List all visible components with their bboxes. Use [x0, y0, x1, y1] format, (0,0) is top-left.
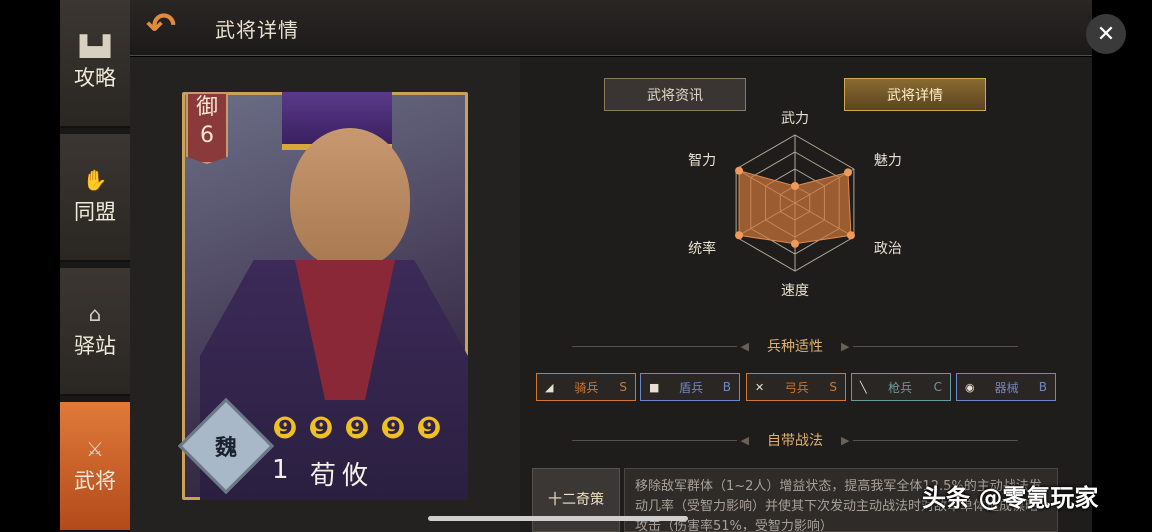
troop-section-header: ◀ 兵种适性 ▶	[572, 336, 1018, 356]
home-indicator[interactable]	[428, 516, 688, 521]
troop-name: 骑兵	[574, 380, 599, 395]
sidebar-item-guide[interactable]: ▙▟ 攻略	[60, 0, 130, 128]
star-rating: ❾ ❾ ❾ ❾ ❾	[270, 412, 444, 446]
troop-icon: ╲	[860, 380, 867, 394]
hero-portrait	[290, 128, 410, 268]
troop-icon: ◉	[965, 380, 975, 394]
hero-level: 1	[272, 455, 289, 485]
radar-label: 魅力	[874, 153, 902, 169]
troop-icon: ■	[649, 380, 660, 394]
radar-point	[844, 168, 853, 177]
troop-icon: ◢	[545, 380, 554, 394]
sidebar-item-label: 驿站	[74, 334, 116, 358]
troop-name: 盾兵	[679, 380, 704, 395]
radar-label: 统率	[688, 240, 716, 257]
troop-grade: B	[722, 380, 731, 394]
radar-point	[791, 182, 799, 190]
general-icon: ⚔	[86, 437, 104, 461]
radar-point	[846, 231, 855, 240]
troop-icon: ✕	[755, 380, 765, 394]
skill-name: 十二奇策	[548, 492, 604, 508]
sidebar: ▙▟ 攻略 ✋ 同盟 ⌂ 驿站 ⚔ 武将	[60, 0, 130, 532]
troop-grade: S	[829, 380, 837, 394]
castle-icon: ▙▟	[79, 34, 111, 58]
page-title: 武将详情	[215, 18, 299, 42]
rank-badge: 御 6	[186, 92, 228, 164]
badge-char: 御	[195, 95, 218, 120]
sidebar-item-label: 武将	[74, 469, 116, 493]
faction-label: 魏	[214, 435, 238, 461]
radar-label: 智力	[688, 153, 716, 169]
radar-label: 政治	[874, 241, 902, 257]
star-icon: ❾	[380, 411, 406, 446]
radar-point	[735, 231, 744, 240]
troop-grade: C	[933, 380, 942, 394]
troop-badge: ◢ 骑兵 S	[536, 373, 636, 401]
close-button[interactable]: ✕	[1086, 14, 1126, 54]
handshake-icon: ✋	[82, 168, 108, 192]
skill-section-title: 自带战法	[767, 433, 823, 449]
troop-grade: B	[1038, 380, 1047, 394]
troop-name: 弓兵	[784, 380, 809, 395]
radar-label: 武力	[781, 111, 809, 127]
star-icon: ❾	[308, 411, 334, 446]
radar-point	[791, 239, 799, 248]
troop-name: 枪兵	[888, 380, 913, 395]
radar-point	[735, 166, 744, 175]
troop-section-title: 兵种适性	[767, 339, 823, 355]
sidebar-item-alliance[interactable]: ✋ 同盟	[60, 134, 130, 262]
troop-name: 器械	[994, 380, 1019, 395]
sidebar-item-label: 同盟	[74, 200, 116, 224]
attribute-radar: 武力魅力政治速度 统率 智力	[688, 111, 902, 299]
star-icon: ❾	[416, 411, 442, 446]
pavilion-icon: ⌂	[88, 302, 102, 326]
troop-badge: ✕ 弓兵 S	[746, 373, 846, 401]
watermark-text: 头条 @零氪玩家	[922, 484, 1099, 512]
star-icon: ❾	[344, 411, 370, 446]
skill-section-header: ◀ 自带战法 ▶	[572, 430, 1018, 450]
troop-grade: S	[619, 380, 627, 394]
star-icon: ❾	[272, 411, 298, 446]
sidebar-item-label: 攻略	[74, 66, 116, 90]
badge-number: 6	[200, 123, 214, 148]
troop-badge: ◉ 器械 B	[956, 373, 1056, 401]
hero-name: 荀攸	[310, 461, 375, 491]
troop-badge: ■ 盾兵 B	[640, 373, 740, 401]
back-arrow-icon[interactable]: ↶	[146, 6, 176, 47]
sidebar-item-station[interactable]: ⌂ 驿站	[60, 268, 130, 396]
skill-name-box[interactable]: 十二奇策	[532, 468, 620, 532]
radar-label: 速度	[781, 283, 809, 299]
close-icon: ✕	[1096, 21, 1116, 47]
troop-badge: ╲ 枪兵 C	[851, 373, 951, 401]
sidebar-item-general[interactable]: ⚔ 武将	[60, 402, 130, 532]
